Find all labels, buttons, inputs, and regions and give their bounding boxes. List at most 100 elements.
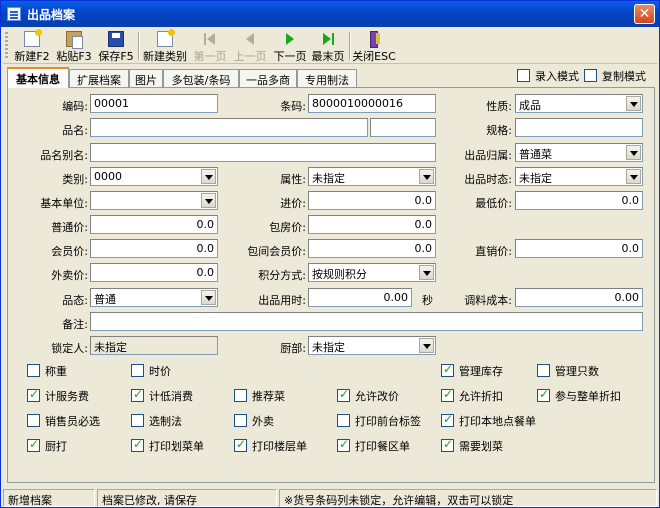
tab-multi-vendor[interactable]: 一品多商 [239,69,297,87]
new-button[interactable]: 新建F2 [11,29,53,63]
chevron-down-icon[interactable] [626,145,641,160]
usetime-unit: 秒 [422,294,433,307]
last-page-button[interactable]: 最末页 [308,29,348,63]
points-select[interactable]: 按规则积分 [308,263,436,282]
usetime-input[interactable]: 0.00 [308,288,412,307]
tab-special-method[interactable]: 专用制法 [297,69,357,87]
close-button[interactable]: 关闭ESC [351,29,397,63]
roommember-input[interactable]: 0.0 [308,239,436,258]
checkbox-print-front-label[interactable]: 打印前台标签 [337,413,421,429]
chevron-down-icon[interactable] [626,96,641,111]
checkbox-print-area-list[interactable]: 打印餐区单 [337,437,410,454]
new-category-button[interactable]: 新建类别 [141,29,189,63]
toolbar-separator [138,32,140,60]
chevron-down-icon[interactable] [419,265,434,280]
checkbox-min-spend[interactable]: 计低消费 [131,387,193,404]
toolbar-grip[interactable] [5,32,8,60]
checkbox-need-check[interactable]: 需要划菜 [441,437,503,454]
checkbox-allow-price-change[interactable]: 允许改价 [337,387,399,404]
checkbox-order-discount[interactable]: 参与整单折扣 [537,387,621,404]
minprice-input[interactable]: 0.0 [515,191,643,210]
minprice-label: 最低价: [475,197,512,210]
checkbox-weigh[interactable]: 称重 [27,363,67,379]
spec-input[interactable] [515,118,643,137]
spec-label: 规格: [486,124,512,137]
chevron-down-icon[interactable] [201,290,216,305]
checkbox-manage-stock[interactable]: 管理库存 [441,362,503,379]
tab-images[interactable]: 图片 [129,69,163,87]
purchase-input[interactable]: 0.0 [308,191,436,210]
tab-extended[interactable]: 扩展档案 [69,69,129,87]
tab-basic-info[interactable]: 基本信息 [7,67,69,88]
direct-label: 直销价: [475,245,512,258]
checkbox-box [441,412,454,427]
chevron-down-icon[interactable] [201,169,216,184]
code-input[interactable]: 00001 [90,94,218,113]
copy-mode-checkbox[interactable]: 复制模式 [584,68,646,84]
belong-label: 出品归属: [464,149,512,162]
checkbox-box [131,364,144,377]
memberprice-input[interactable]: 0.0 [90,239,218,258]
checkbox-service-fee[interactable]: 计服务费 [27,387,89,404]
attribute-select[interactable]: 未指定 [308,167,436,186]
kitchen-select[interactable]: 未指定 [308,336,436,355]
checkbox-allow-discount[interactable]: 允许折扣 [441,387,503,404]
cost-input[interactable]: 0.00 [515,288,643,307]
chevron-down-icon[interactable] [201,193,216,208]
points-label: 积分方式: [258,269,306,282]
direct-input[interactable]: 0.0 [515,239,643,258]
roomprice-input[interactable]: 0.0 [308,215,436,234]
normalprice-input[interactable]: 0.0 [90,215,218,234]
checkbox-takeout[interactable]: 外卖 [234,413,274,429]
checkbox-market-price[interactable]: 时价 [131,363,171,379]
checkbox-box [537,364,550,377]
close-window-button[interactable]: ✕ [634,4,655,24]
status-message: 档案已修改, 请保存 [97,489,277,507]
checkbox-box [131,414,144,427]
nature-select[interactable]: 成品 [515,94,643,113]
chevron-down-icon[interactable] [626,169,641,184]
checkbox-box [27,414,40,427]
tab-packaging[interactable]: 多包装/条码 [163,69,239,87]
first-page-button[interactable]: 第一页 [190,29,230,63]
first-page-icon [202,31,218,47]
checkbox-box [234,437,247,452]
code-label: 编码: [62,100,88,113]
checkbox-box [27,364,40,377]
usetime-label: 出品用时: [258,294,306,307]
checkbox-print-floor-list[interactable]: 打印楼层单 [234,437,307,454]
checkbox-salesperson-required[interactable]: 销售员必选 [27,413,100,429]
barcode-label: 条码: [280,100,306,113]
checkbox-box [441,387,454,402]
chevron-down-icon[interactable] [419,169,434,184]
timestate-label: 出品时态: [464,173,512,186]
chevron-down-icon[interactable] [419,338,434,353]
roommember-label: 包间会员价: [247,245,306,258]
checkbox-kitchen-print[interactable]: 厨打 [27,437,67,454]
prev-page-button[interactable]: 上一页 [230,29,270,63]
category-select[interactable]: 0000 [90,167,218,186]
remark-input[interactable] [90,312,643,331]
paste-button[interactable]: 粘贴F3 [53,29,95,63]
checkbox-choose-method[interactable]: 选制法 [131,413,182,429]
locker-field: 未指定 [90,336,218,355]
alias-input[interactable] [90,143,436,162]
next-page-button[interactable]: 下一页 [270,29,310,63]
state-select[interactable]: 普通 [90,288,218,307]
timestate-select[interactable]: 未指定 [515,167,643,186]
belong-select[interactable]: 普通菜 [515,143,643,162]
name-input[interactable] [90,118,368,137]
unit-select[interactable] [90,191,218,210]
takeout-label: 外卖价: [51,269,88,282]
checkbox-manage-count[interactable]: 管理只数 [537,363,599,379]
app-icon [7,7,21,21]
takeout-input[interactable]: 0.0 [90,263,218,282]
checkbox-box [131,437,144,452]
checkbox-print-local-order[interactable]: 打印本地点餐单 [441,412,536,429]
barcode-input[interactable]: 8000010000016 [308,94,436,113]
checkbox-print-check-list[interactable]: 打印划菜单 [131,437,204,454]
save-button[interactable]: 保存F5 [95,29,137,63]
entry-mode-checkbox[interactable]: 录入模式 [517,68,579,84]
checkbox-recommended[interactable]: 推荐菜 [234,388,285,404]
name-extra-input[interactable] [370,118,436,137]
